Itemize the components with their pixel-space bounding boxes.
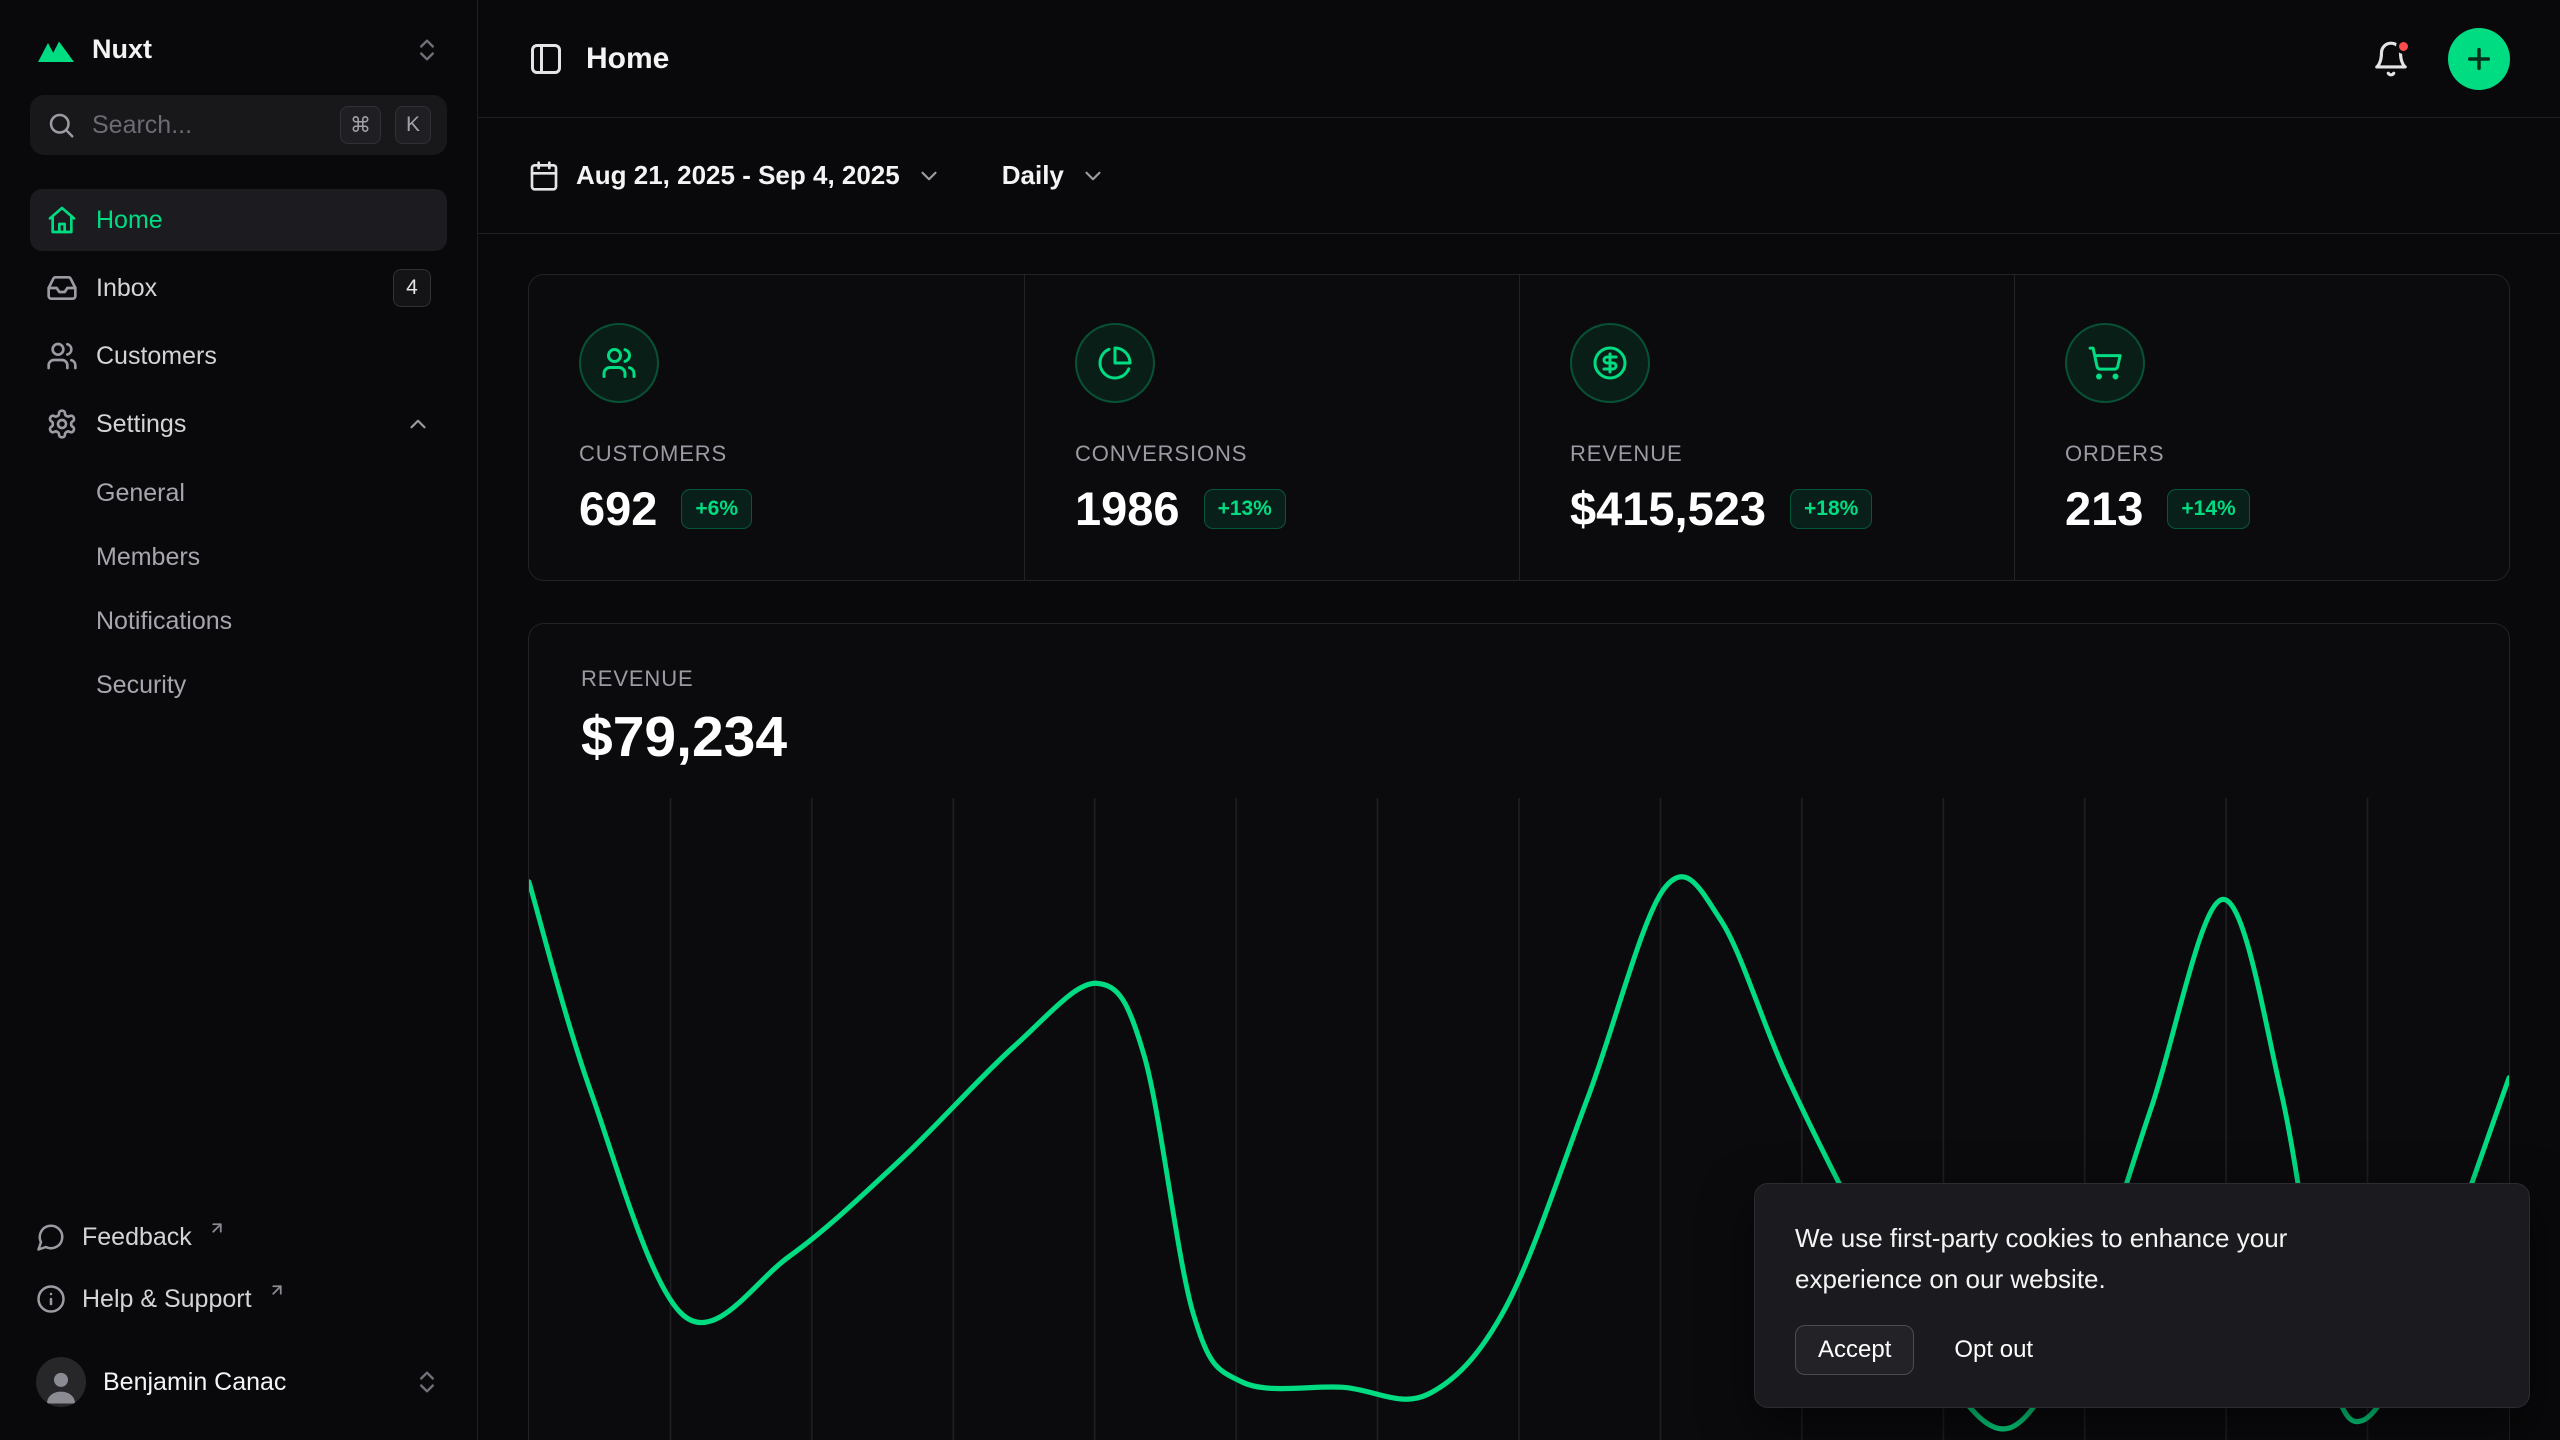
stat-label: CONVERSIONS [1075,441,1469,467]
sidebar-item-label: Customers [96,342,217,371]
stats-row: CUSTOMERS 692 +6% CONVERSIONS 1986 [528,274,2510,581]
stat-value: 1986 [1075,481,1180,536]
revenue-panel-label: REVENUE [581,666,2457,692]
accept-cookies-button[interactable]: Accept [1795,1325,1914,1375]
chevron-down-icon [916,163,942,189]
stat-icon-ring [1075,323,1155,403]
info-circle-icon [36,1284,66,1314]
stat-label: REVENUE [1570,441,1964,467]
cookie-banner: We use first-party cookies to enhance yo… [1754,1183,2530,1408]
stat-card-revenue[interactable]: REVENUE $415,523 +18% [1519,275,2014,580]
stat-icon-ring [1570,323,1650,403]
stat-card-customers[interactable]: CUSTOMERS 692 +6% [529,275,1024,580]
workspace-switcher[interactable]: Nuxt [30,0,447,95]
sidebar-item-label: General [96,479,185,508]
sidebar-footer: Feedback Help & Support [30,1208,447,1338]
panel-left-icon[interactable] [528,41,564,77]
search-input[interactable]: ⌘ K [30,95,447,155]
cookie-banner-message: We use first-party cookies to enhance yo… [1795,1218,2385,1299]
optout-cookies-button[interactable]: Opt out [1954,1336,2033,1364]
user-menu[interactable]: Benjamin Canac [30,1338,447,1426]
stat-label: CUSTOMERS [579,441,974,467]
stat-value: 213 [2065,481,2143,536]
stat-card-orders[interactable]: ORDERS 213 +14% [2014,275,2509,580]
revenue-panel-header: REVENUE $79,234 [529,624,2509,798]
chevrons-up-down-icon [413,1368,441,1396]
sidebar-item-settings[interactable]: Settings [30,393,447,455]
sidebar-nav: Home Inbox 4 Customers Settings [30,189,447,717]
pie-chart-icon [1097,345,1133,381]
topbar-actions [2372,28,2510,90]
stat-delta-badge: +14% [2167,489,2249,529]
chevron-down-icon [1080,163,1106,189]
cart-icon [2087,345,2123,381]
stat-delta-badge: +6% [681,489,752,529]
chevrons-up-down-icon [413,36,441,64]
footer-link-label: Help & Support [82,1285,252,1314]
calendar-icon [528,160,560,192]
sidebar-item-label: Notifications [96,607,232,636]
cookie-banner-actions: Accept Opt out [1795,1325,2489,1375]
sidebar-item-label: Inbox [96,274,157,303]
sidebar-spacer [30,717,447,1208]
plus-icon [2463,43,2495,75]
revenue-panel-value: $79,234 [581,704,2457,770]
users-icon [46,340,78,372]
workspace-name: Nuxt [92,34,152,65]
kbd-k-key: K [395,106,431,144]
avatar [36,1357,86,1407]
sidebar-item-inbox[interactable]: Inbox 4 [30,257,447,319]
stat-delta-badge: +13% [1204,489,1286,529]
stat-label: ORDERS [2065,441,2459,467]
gear-icon [46,408,78,440]
page-title: Home [586,42,669,76]
filterbar: Aug 21, 2025 - Sep 4, 2025 Daily [478,118,2560,234]
kbd-meta-key: ⌘ [340,106,381,144]
sidebar-item-home[interactable]: Home [30,189,447,251]
stat-icon-ring [2065,323,2145,403]
search-icon [46,110,76,140]
add-button[interactable] [2448,28,2510,90]
sidebar-item-label: Security [96,671,186,700]
sidebar-item-customers[interactable]: Customers [30,325,447,387]
settings-sub-nav: General Members Notifications Security [30,461,447,717]
external-link-icon [268,1281,286,1299]
user-name: Benjamin Canac [103,1368,286,1397]
inbox-icon [46,272,78,304]
notification-dot [2396,39,2411,54]
dollar-circle-icon [1592,345,1628,381]
sidebar: Nuxt ⌘ K Home Inb [0,0,478,1440]
date-range-label: Aug 21, 2025 - Sep 4, 2025 [576,160,900,191]
feedback-link[interactable]: Feedback [30,1208,447,1266]
stat-icon-ring [579,323,659,403]
users-icon [601,345,637,381]
sidebar-item-members[interactable]: Members [30,525,447,589]
help-support-link[interactable]: Help & Support [30,1270,447,1328]
stat-value: 692 [579,481,657,536]
stat-value: $415,523 [1570,481,1766,536]
sidebar-item-label: Home [96,206,163,235]
search-field[interactable] [90,110,326,141]
interval-label: Daily [1002,160,1064,191]
sidebar-item-notifications[interactable]: Notifications [30,589,447,653]
chevron-up-icon [405,411,431,437]
nuxt-logo-icon [36,36,76,64]
inbox-count-badge: 4 [393,269,431,307]
external-link-icon [208,1219,226,1237]
footer-link-label: Feedback [82,1223,192,1252]
sidebar-item-general[interactable]: General [30,461,447,525]
sidebar-item-label: Settings [96,410,186,439]
interval-select[interactable]: Daily [1002,160,1106,191]
notifications-button[interactable] [2372,40,2410,78]
sidebar-item-security[interactable]: Security [30,653,447,717]
date-range-picker[interactable]: Aug 21, 2025 - Sep 4, 2025 [528,160,942,192]
stat-card-conversions[interactable]: CONVERSIONS 1986 +13% [1024,275,1519,580]
topbar: Home [478,0,2560,118]
stat-delta-badge: +18% [1790,489,1872,529]
sidebar-item-label: Members [96,543,200,572]
message-bubble-icon [36,1222,66,1252]
home-icon [46,204,78,236]
